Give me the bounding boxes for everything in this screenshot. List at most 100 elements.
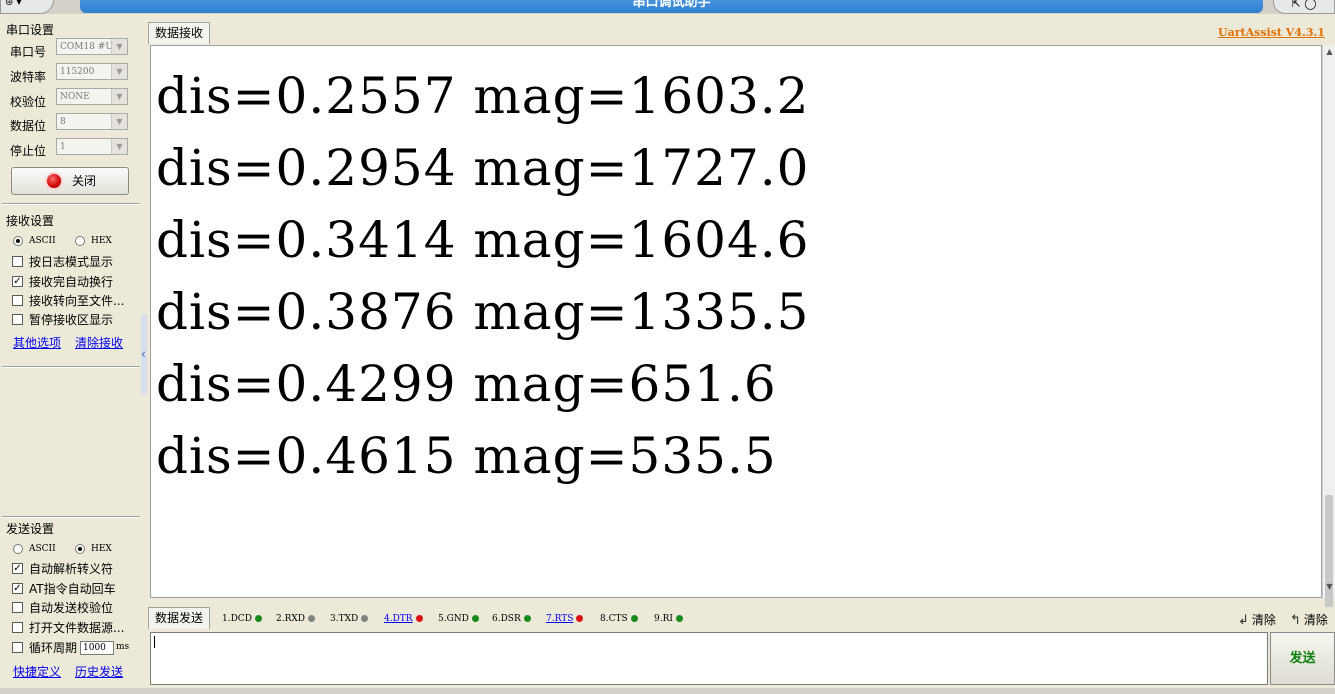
signal-dtr[interactable]: 4.DTR bbox=[384, 614, 423, 624]
port-select[interactable]: COM18 #US ▼ bbox=[56, 38, 128, 55]
baud-label: 波特率 bbox=[10, 70, 47, 84]
parity-select[interactable]: NONE ▼ bbox=[56, 88, 128, 105]
close-port-button[interactable]: 关闭 bbox=[11, 167, 129, 195]
loop-label: 循环周期 bbox=[29, 641, 78, 655]
signal-dcd: 1.DCD bbox=[222, 614, 262, 624]
scroll-up-icon[interactable]: ▲ bbox=[1324, 47, 1335, 61]
chevron-down-icon: ▼ bbox=[111, 114, 127, 129]
signal-label: 2.RXD bbox=[276, 614, 305, 624]
chevron-down-icon: ▼ bbox=[111, 89, 127, 104]
left-panel: 串口设置 串口号 COM18 #US ▼ 波特率 115200 ▼ 校验位 NO… bbox=[0, 18, 142, 694]
send-history-link[interactable]: 历史发送 bbox=[75, 663, 123, 680]
rx-option-label: 接收转向至文件... bbox=[29, 294, 125, 308]
chevron-down-icon: ▼ bbox=[111, 64, 127, 79]
clear-up-arrow-icon: ↰ bbox=[1290, 613, 1301, 628]
chevron-down-icon: ▼ bbox=[111, 139, 127, 154]
signal-txd: 3.TXD bbox=[330, 614, 369, 624]
send-button[interactable]: 发送 bbox=[1270, 632, 1335, 685]
signal-ri: 9.RI bbox=[654, 614, 683, 624]
signal-led-icon bbox=[254, 615, 262, 622]
tx-ascii-label: ASCII bbox=[29, 544, 56, 554]
scroll-thumb[interactable] bbox=[1325, 495, 1333, 625]
tx-option-label: 自动发送校验位 bbox=[29, 601, 114, 615]
stopbits-label: 停止位 bbox=[10, 144, 47, 158]
rx-option-label: 按日志模式显示 bbox=[29, 255, 114, 269]
loop-unit: ms bbox=[116, 642, 130, 652]
tx-option-checkbox[interactable] bbox=[12, 622, 23, 633]
scroll-down-icon[interactable]: ▼ bbox=[1324, 582, 1335, 596]
databits-label: 数据位 bbox=[10, 119, 47, 133]
tx-hex-label: HEX bbox=[91, 544, 112, 554]
divider bbox=[2, 203, 140, 205]
receive-text-area[interactable]: dis=0.2557 mag=1603.2 dis=0.2954 mag=172… bbox=[150, 45, 1322, 598]
tx-option-label: 打开文件数据源... bbox=[29, 621, 125, 635]
send-input[interactable] bbox=[150, 632, 1268, 685]
signal-led-icon bbox=[675, 615, 683, 622]
window-title: 串口调试助手 bbox=[80, 0, 1263, 13]
signal-dsr: 6.DSR bbox=[492, 614, 531, 624]
signal-rxd: 2.RXD bbox=[276, 614, 315, 624]
rx-clear-link[interactable]: 清除接收 bbox=[75, 334, 123, 351]
rx-option-checkbox[interactable] bbox=[12, 314, 23, 325]
app-menu-icon[interactable]: ⊛ ▾ bbox=[0, 0, 54, 14]
signal-label: 8.CTS bbox=[600, 614, 628, 624]
clear-arrow-icon: ↲ bbox=[1238, 613, 1249, 628]
text-caret bbox=[154, 636, 155, 648]
rx-option-label: 暂停接收区显示 bbox=[29, 313, 114, 327]
window-controls[interactable]: ⇱ ◯ bbox=[1273, 0, 1335, 14]
tx-option-checkbox[interactable]: ✓ bbox=[12, 583, 23, 594]
serial-settings-title: 串口设置 bbox=[6, 23, 55, 37]
receive-scrollbar[interactable]: ▲ ▼ bbox=[1322, 45, 1335, 625]
rx-ascii-label: ASCII bbox=[29, 236, 56, 246]
stopbits-value: 1 bbox=[60, 142, 66, 152]
signal-label: 6.DSR bbox=[492, 614, 521, 624]
signal-rts[interactable]: 7.RTS bbox=[546, 614, 584, 624]
parity-label: 校验位 bbox=[10, 95, 47, 109]
signal-led-icon bbox=[576, 615, 584, 622]
rx-ascii-radio[interactable] bbox=[13, 236, 23, 246]
tx-option-checkbox[interactable]: ✓ bbox=[12, 563, 23, 574]
signal-label[interactable]: 7.RTS bbox=[546, 614, 573, 624]
tx-ascii-radio[interactable] bbox=[13, 544, 23, 554]
close-port-label: 关闭 bbox=[72, 174, 97, 188]
tx-option-checkbox[interactable] bbox=[12, 602, 23, 613]
stopbits-select[interactable]: 1 ▼ bbox=[56, 138, 128, 155]
version-link[interactable]: UartAssist V4.3.1 bbox=[1218, 26, 1325, 39]
divider bbox=[2, 516, 140, 518]
send-toolbar: 数据发送 1.DCD 2.RXD 3.TXD 4.DTR 5.GND 6.DSR… bbox=[148, 607, 1335, 629]
rx-hex-label: HEX bbox=[91, 236, 112, 246]
loop-checkbox[interactable] bbox=[12, 642, 23, 653]
bottom-edge bbox=[0, 688, 1335, 694]
shortcut-define-link[interactable]: 快捷定义 bbox=[13, 663, 61, 680]
divider bbox=[2, 366, 140, 368]
signal-label[interactable]: 4.DTR bbox=[384, 614, 413, 624]
baud-select[interactable]: 115200 ▼ bbox=[56, 63, 128, 80]
rx-option-checkbox[interactable] bbox=[12, 256, 23, 267]
receive-line: dis=0.3876 mag=1335.5 bbox=[156, 283, 810, 341]
loop-period-input[interactable]: 1000 bbox=[80, 641, 114, 655]
rx-option-checkbox[interactable]: ✓ bbox=[12, 276, 23, 287]
rx-more-options-link[interactable]: 其他选项 bbox=[13, 334, 61, 351]
clear-all-button[interactable]: ↰ 清除 bbox=[1290, 611, 1328, 628]
receive-line: dis=0.4615 mag=535.5 bbox=[156, 427, 777, 485]
chevron-down-icon: ▼ bbox=[111, 39, 127, 54]
signal-cts: 8.CTS bbox=[600, 614, 638, 624]
signal-label: 3.TXD bbox=[330, 614, 359, 624]
parity-value: NONE bbox=[60, 92, 90, 102]
collapse-panel-handle[interactable]: ‹ bbox=[141, 314, 147, 394]
rx-option-checkbox[interactable] bbox=[12, 295, 23, 306]
receive-line: dis=0.2557 mag=1603.2 bbox=[156, 67, 810, 125]
clear-button[interactable]: ↲ 清除 bbox=[1238, 611, 1276, 628]
signal-led-icon bbox=[523, 615, 531, 622]
baud-value: 115200 bbox=[60, 67, 95, 77]
signal-led-icon bbox=[308, 615, 315, 622]
databits-select[interactable]: 8 ▼ bbox=[56, 113, 128, 130]
tab-receive[interactable]: 数据接收 bbox=[148, 22, 210, 44]
tx-hex-radio[interactable] bbox=[75, 544, 85, 554]
send-settings-title: 发送设置 bbox=[6, 522, 55, 536]
tab-send[interactable]: 数据发送 bbox=[148, 607, 210, 629]
signal-led-icon bbox=[471, 615, 479, 622]
port-label: 串口号 bbox=[10, 45, 47, 59]
rx-hex-radio[interactable] bbox=[75, 236, 85, 246]
signal-label: 5.GND bbox=[438, 614, 469, 624]
